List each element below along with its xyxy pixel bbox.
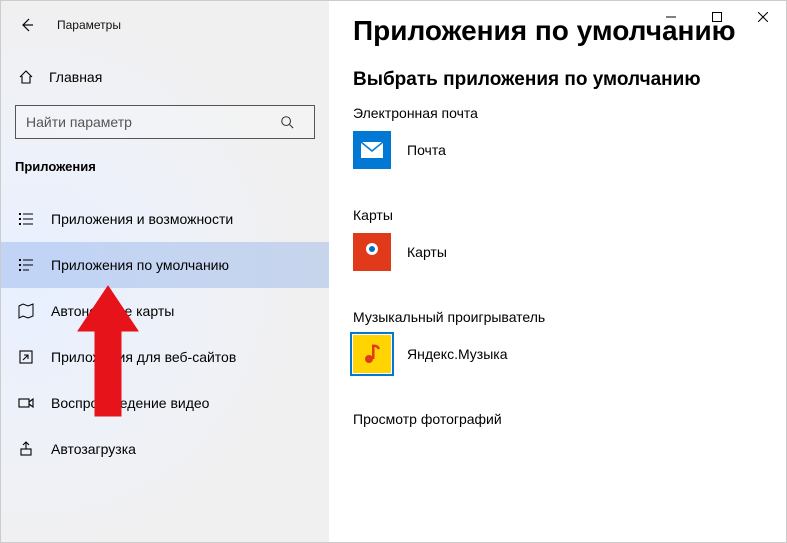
nav-label: Автономные карты (51, 303, 174, 319)
music-app-icon (353, 335, 391, 373)
category-label: Электронная почта (353, 105, 786, 121)
close-button[interactable] (740, 1, 786, 33)
group-maps: Карты Карты (353, 207, 786, 271)
maps-app-icon (353, 233, 391, 271)
maximize-icon (712, 12, 722, 22)
sidebar: Параметры Главная Приложения Приложения … (1, 1, 329, 542)
nav-item-video-playback[interactable]: Воспроизведение видео (1, 380, 329, 426)
nav-label: Приложения и возможности (51, 211, 233, 227)
startup-icon (17, 441, 35, 457)
home-button[interactable]: Главная (1, 59, 329, 95)
section-title: Выбрать приложения по умолчанию (353, 69, 786, 91)
section-header: Приложения (1, 139, 329, 182)
mail-app-icon (353, 131, 391, 169)
default-apps-icon (17, 257, 35, 273)
group-photos: Просмотр фотографий (353, 411, 786, 427)
nav-item-apps-features[interactable]: Приложения и возможности (1, 196, 329, 242)
nav-item-default-apps[interactable]: Приложения по умолчанию (1, 242, 329, 288)
open-icon (17, 349, 35, 365)
nav-item-startup[interactable]: Автозагрузка (1, 426, 329, 472)
group-music: Музыкальный проигрыватель Яндекс.Музыка (353, 309, 786, 373)
map-icon (17, 303, 35, 319)
back-button[interactable] (7, 9, 47, 41)
close-icon (758, 12, 768, 22)
app-row-email[interactable]: Почта (353, 131, 786, 169)
category-label: Просмотр фотографий (353, 411, 786, 427)
nav-list: Приложения и возможности Приложения по у… (1, 196, 329, 472)
app-name: Яндекс.Музыка (407, 346, 508, 362)
minimize-button[interactable] (648, 1, 694, 33)
search-box[interactable] (15, 105, 315, 139)
main-content: Приложения по умолчанию Выбрать приложен… (329, 1, 786, 542)
video-icon (17, 395, 35, 411)
nav-label: Автозагрузка (51, 441, 136, 457)
category-label: Музыкальный проигрыватель (353, 309, 786, 325)
home-icon (17, 69, 35, 85)
back-arrow-icon (19, 17, 35, 33)
nav-item-offline-maps[interactable]: Автономные карты (1, 288, 329, 334)
app-name: Карты (407, 244, 447, 260)
app-row-maps[interactable]: Карты (353, 233, 786, 271)
window-title: Параметры (57, 18, 121, 32)
group-email: Электронная почта Почта (353, 105, 786, 169)
list-icon (17, 211, 35, 227)
search-input[interactable] (16, 114, 280, 130)
maximize-button[interactable] (694, 1, 740, 33)
nav-label: Приложения по умолчанию (51, 257, 229, 273)
app-row-music[interactable]: Яндекс.Музыка (353, 335, 786, 373)
minimize-icon (666, 12, 676, 22)
nav-label: Воспроизведение видео (51, 395, 209, 411)
app-name: Почта (407, 142, 446, 158)
nav-label: Приложения для веб-сайтов (51, 349, 236, 365)
nav-item-apps-websites[interactable]: Приложения для веб-сайтов (1, 334, 329, 380)
home-label: Главная (49, 69, 102, 85)
titlebar-left: Параметры (1, 9, 329, 41)
window-controls (648, 1, 786, 33)
search-icon (280, 115, 314, 129)
category-label: Карты (353, 207, 786, 223)
